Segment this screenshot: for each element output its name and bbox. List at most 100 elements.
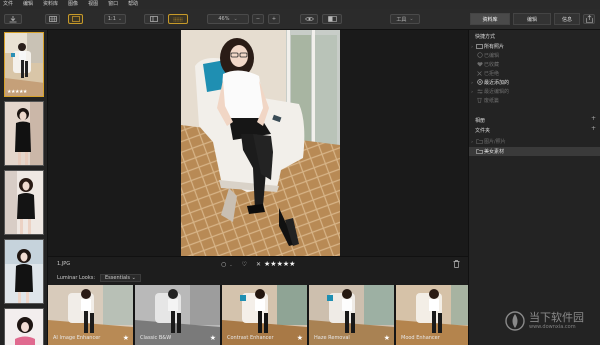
- menu-edit[interactable]: 编辑: [23, 0, 33, 9]
- chevron-down-icon: ⌄: [117, 16, 123, 22]
- sidebar-item-edited[interactable]: 已编辑: [469, 51, 600, 59]
- watermark: 当下软件园 www.downxia.com: [505, 310, 584, 332]
- folder-icon: [475, 138, 484, 144]
- menu-window[interactable]: 窗口: [108, 0, 118, 9]
- tab-edit-label: 编辑: [526, 16, 537, 23]
- watermark-title: 当下软件园: [529, 311, 584, 324]
- filmstrip-thumbnail-3[interactable]: [4, 170, 44, 235]
- import-button[interactable]: [4, 14, 22, 24]
- sidebar-item-label: 废纸篓: [484, 97, 500, 104]
- looks-strip: AI Image Enhancer ★ Classic B&W ★ Contra…: [48, 285, 468, 345]
- add-folder-icon[interactable]: +: [591, 125, 596, 132]
- menu-view[interactable]: 视图: [88, 0, 98, 9]
- download-icon: [9, 15, 17, 22]
- library-sidebar: 快捷方式 › 所有照片 已编辑 已收藏 已拒绝 › 最近添加的 › 最近编辑的 …: [468, 30, 600, 345]
- look-preset-1[interactable]: AI Image Enhancer ★: [48, 285, 133, 345]
- albums-header: 相册: [475, 118, 486, 124]
- menu-file[interactable]: 文件: [3, 0, 13, 9]
- favorite-star-icon[interactable]: ★: [384, 334, 390, 342]
- menu-bar: 文件 编辑 资料库 图像 视图 窗口 帮助: [0, 0, 600, 9]
- looks-header: Luminar Looks: Essentials ⌄: [48, 271, 468, 285]
- eye-icon: [304, 17, 314, 21]
- thumbnail-rating: ★★★★★: [7, 89, 27, 95]
- watermark-url: www.downxia.com: [529, 324, 576, 330]
- trash-icon: [475, 97, 484, 103]
- sidebar-item-label: 已拒绝: [484, 70, 500, 77]
- sidebar-item-recently-edited[interactable]: › 最近编辑的: [469, 87, 600, 95]
- sidebar-item-label: 美女素材: [484, 149, 505, 155]
- toolbar: 1:1 ⌄ 46% ⌄ − + 工具 ⌄ 资料库 编辑 信息: [0, 9, 600, 30]
- folders-header: 文件夹: [475, 128, 491, 134]
- sidebar-folder-pictures[interactable]: › 图片/照片: [469, 137, 600, 145]
- zoom-ratio-select[interactable]: 1:1 ⌄: [104, 14, 126, 24]
- look-name: AI Image Enhancer: [53, 335, 101, 341]
- grid-view-button[interactable]: [45, 14, 60, 24]
- look-name: Mood Enhancer: [401, 335, 440, 341]
- image-info-bar: 1.JPG ○ ⌄ ♡ ✕ ★★★★★: [48, 256, 468, 271]
- tab-library-label: 资料库: [482, 16, 498, 23]
- zoom-in-button[interactable]: +: [268, 14, 280, 24]
- sidebar-item-rejected[interactable]: 已拒绝: [469, 69, 600, 77]
- tab-edit[interactable]: 编辑: [513, 13, 551, 25]
- add-circle-icon: [475, 79, 484, 85]
- zoom-value-label: 46%: [218, 16, 230, 22]
- edit-icon: [475, 52, 484, 58]
- menu-library[interactable]: 资料库: [43, 0, 58, 9]
- sidebar-item-recently-added[interactable]: › 最近添加的: [469, 78, 600, 86]
- rating-controls: ○ ⌄ ♡ ✕ ★★★★★: [221, 260, 295, 268]
- add-album-icon[interactable]: +: [591, 115, 596, 122]
- tab-library[interactable]: 资料库: [470, 13, 510, 25]
- share-icon: [585, 15, 593, 23]
- watermark-logo: [505, 311, 525, 331]
- zoom-value-select[interactable]: 46% ⌄: [207, 14, 249, 24]
- sidebar-item-trash[interactable]: 废纸篓: [469, 96, 600, 104]
- tools-select[interactable]: 工具 ⌄: [390, 14, 420, 24]
- filmstrip-thumbnail-2[interactable]: [4, 101, 44, 166]
- sidebar-item-label: 图片/照片: [484, 138, 506, 145]
- sidebar-toggle-button[interactable]: [144, 14, 164, 24]
- sidebar-folder-beauty[interactable]: 美女素材: [469, 147, 600, 156]
- zoom-ratio-label: 1:1: [107, 16, 116, 22]
- tab-info[interactable]: 信息: [554, 13, 580, 25]
- sidebar-item-label: 已收藏: [484, 61, 500, 68]
- sidebar-item-favorites[interactable]: 已收藏: [469, 60, 600, 68]
- menu-image[interactable]: 图像: [68, 0, 78, 9]
- reject-icon[interactable]: ✕: [256, 261, 261, 268]
- filmstrip-toggle-button[interactable]: [168, 14, 188, 24]
- flag-icon[interactable]: ○: [221, 261, 226, 268]
- filmstrip-thumbnail-5[interactable]: [4, 308, 44, 345]
- looks-category-select[interactable]: Essentials ⌄: [100, 274, 141, 282]
- look-preset-2[interactable]: Classic B&W ★: [135, 285, 220, 345]
- compare-icon: [327, 16, 337, 22]
- panel-icon: [150, 16, 158, 22]
- share-button[interactable]: [583, 14, 595, 24]
- delete-button[interactable]: [453, 260, 460, 270]
- zoom-out-button[interactable]: −: [252, 14, 264, 24]
- look-preset-3[interactable]: Contrast Enhancer ★: [222, 285, 307, 345]
- reject-icon: [475, 70, 484, 76]
- chevron-down-icon: ⌄: [233, 16, 238, 22]
- menu-help[interactable]: 帮助: [128, 0, 138, 9]
- star-rating[interactable]: ★★★★★: [264, 260, 295, 268]
- look-preset-4[interactable]: Haze Removal ★: [309, 285, 394, 345]
- thumbnail-image: [5, 102, 43, 165]
- sidebar-item-all-photos[interactable]: › 所有照片: [469, 42, 600, 50]
- favorite-star-icon[interactable]: ★: [297, 334, 303, 342]
- compare-button[interactable]: [322, 14, 342, 24]
- favorite-star-icon[interactable]: ★: [123, 334, 129, 342]
- single-view-button[interactable]: [68, 14, 83, 24]
- looks-label: Luminar Looks:: [57, 275, 96, 281]
- thumbnail-image: [5, 33, 43, 96]
- preview-button[interactable]: [300, 14, 318, 24]
- shortcuts-header: 快捷方式: [475, 34, 496, 40]
- heart-icon[interactable]: ♡: [242, 261, 247, 268]
- thumbnail-image: [5, 240, 43, 303]
- filmstrip-thumbnail-4[interactable]: [4, 239, 44, 304]
- tools-label: 工具: [396, 16, 407, 23]
- favorite-star-icon[interactable]: ★: [210, 334, 216, 342]
- filmstrip-thumbnail-1[interactable]: ★★★★★: [4, 32, 44, 97]
- look-name: Haze Removal: [314, 335, 350, 341]
- look-name: Classic B&W: [140, 335, 172, 341]
- tab-info-label: 信息: [561, 16, 572, 23]
- look-preset-5[interactable]: Mood Enhancer ★: [396, 285, 468, 345]
